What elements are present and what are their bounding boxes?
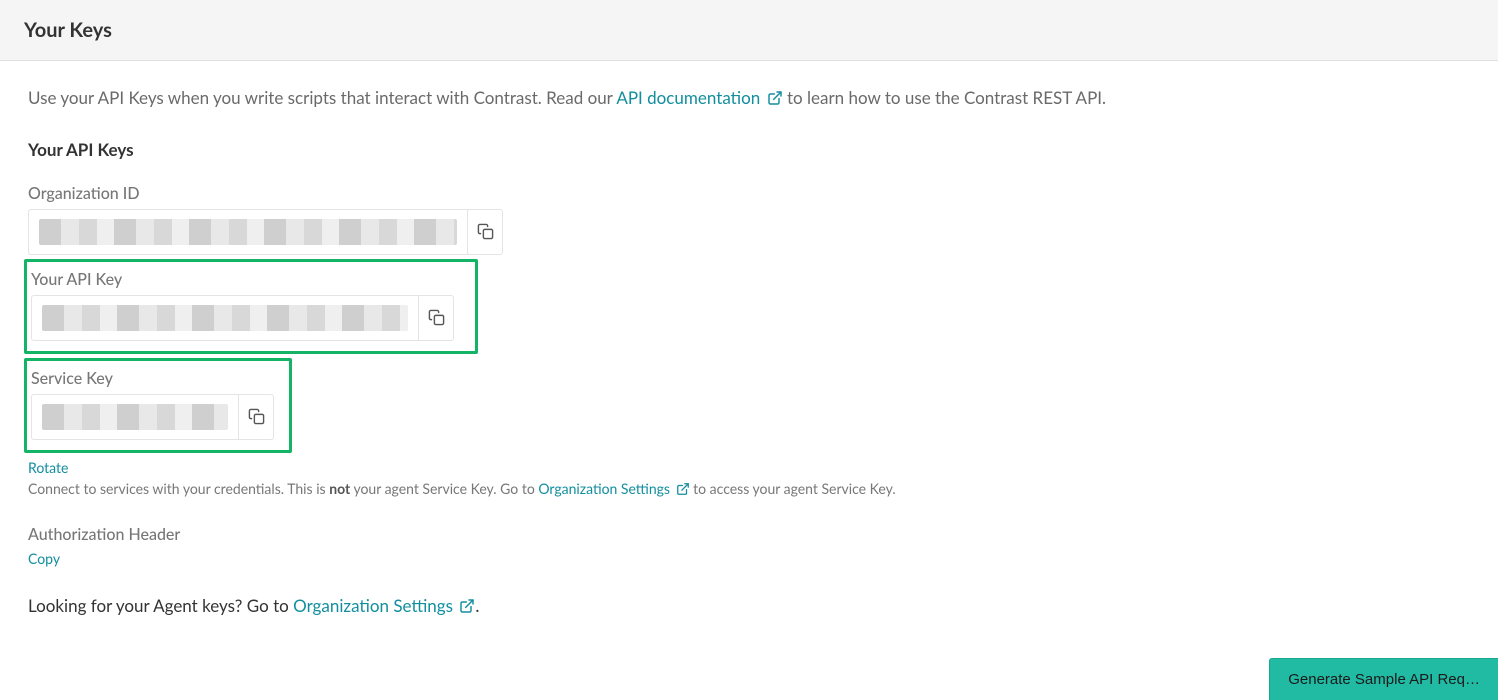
api-key-label: Your API Key xyxy=(31,270,467,289)
external-link-icon xyxy=(767,90,783,106)
redacted-value xyxy=(42,305,408,331)
copy-icon xyxy=(428,309,445,326)
copy-org-id-button[interactable] xyxy=(467,209,503,255)
copy-icon xyxy=(477,223,494,240)
intro-after: to learn how to use the Contrast REST AP… xyxy=(783,87,1106,108)
copy-api-key-button[interactable] xyxy=(418,295,454,341)
external-link-icon xyxy=(459,598,475,614)
copy-service-key-button[interactable] xyxy=(238,394,274,440)
service-key-row xyxy=(31,394,274,440)
organization-settings-link-agent[interactable]: Organization Settings xyxy=(293,595,475,616)
external-link-icon xyxy=(676,482,690,496)
service-key-value xyxy=(31,394,238,440)
organization-id-row xyxy=(28,209,503,255)
page-title: Your Keys xyxy=(24,18,1474,42)
api-key-highlight: Your API Key xyxy=(24,259,478,354)
organization-id-value xyxy=(28,209,467,255)
service-key-highlight: Service Key xyxy=(24,358,292,453)
api-key-row xyxy=(31,295,454,341)
page-header: Your Keys xyxy=(0,0,1498,61)
rotate-link[interactable]: Rotate xyxy=(28,459,68,476)
generate-sample-api-request-button[interactable]: Generate Sample API Req… xyxy=(1269,658,1498,700)
api-key-value xyxy=(31,295,418,341)
service-key-note: Connect to services with your credential… xyxy=(28,480,1470,497)
intro-before: Use your API Keys when you write scripts… xyxy=(28,87,616,108)
redacted-value xyxy=(42,404,228,430)
copy-authorization-link[interactable]: Copy xyxy=(28,550,60,567)
copy-icon xyxy=(248,408,265,425)
organization-settings-link[interactable]: Organization Settings xyxy=(538,480,689,497)
organization-id-group: Organization ID xyxy=(28,184,1470,255)
content-area: Use your API Keys when you write scripts… xyxy=(0,61,1498,616)
api-documentation-link[interactable]: API documentation xyxy=(616,87,782,108)
intro-text: Use your API Keys when you write scripts… xyxy=(28,85,1470,111)
section-title: Your API Keys xyxy=(28,139,1470,160)
service-key-label: Service Key xyxy=(31,369,281,388)
redacted-value xyxy=(39,219,457,245)
agent-keys-note: Looking for your Agent keys? Go to Organ… xyxy=(28,595,1470,616)
organization-id-label: Organization ID xyxy=(28,184,1470,203)
authorization-header-group: Authorization Header Copy xyxy=(28,525,1470,567)
authorization-header-label: Authorization Header xyxy=(28,525,1470,544)
